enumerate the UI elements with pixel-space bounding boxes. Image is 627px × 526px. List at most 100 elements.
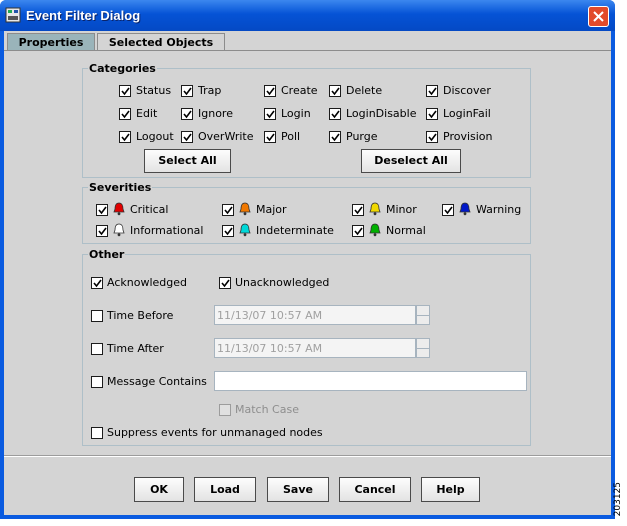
checkmark-icon	[331, 87, 340, 96]
checkmark-icon	[444, 206, 453, 215]
checkmark-icon	[183, 87, 192, 96]
category-overwrite-checkbox[interactable]	[181, 131, 193, 143]
checkmark-icon	[183, 110, 192, 119]
checkmark-icon	[121, 110, 130, 119]
bell-icon	[238, 202, 252, 216]
window-title: Event Filter Dialog	[26, 8, 141, 23]
acknowledged-checkbox[interactable]	[91, 277, 103, 289]
save-button[interactable]: Save	[267, 477, 329, 502]
checkmark-icon	[428, 133, 437, 142]
match-case-label: Match Case	[235, 403, 299, 416]
time-before-label: Time Before	[107, 309, 174, 322]
checkmark-icon	[121, 133, 130, 142]
load-button[interactable]: Load	[194, 477, 256, 502]
severity-warning-checkbox[interactable]	[442, 204, 454, 216]
message-contains-label: Message Contains	[107, 375, 207, 388]
category-logindisable-label: LoginDisable	[346, 107, 417, 120]
category-edit-checkbox[interactable]	[119, 108, 131, 120]
checkmark-icon	[221, 279, 230, 288]
severity-major-checkbox[interactable]	[222, 204, 234, 216]
category-poll-checkbox[interactable]	[264, 131, 276, 143]
category-loginfail-checkbox[interactable]	[426, 108, 438, 120]
close-button[interactable]	[588, 6, 609, 27]
checkmark-icon	[428, 110, 437, 119]
severity-minor-checkbox[interactable]	[352, 204, 364, 216]
suppress-label: Suppress events for unmanaged nodes	[107, 426, 323, 439]
category-status-label: Status	[136, 84, 172, 97]
spinner-up[interactable]	[417, 306, 429, 316]
category-overwrite-label: OverWrite	[198, 130, 254, 143]
severity-normal-label: Normal	[386, 224, 426, 237]
severity-normal-checkbox[interactable]	[352, 225, 364, 237]
select-all-button[interactable]: Select All	[144, 149, 231, 173]
severity-informational-checkbox[interactable]	[96, 225, 108, 237]
time-before-spinner[interactable]	[416, 305, 430, 325]
suppress-checkbox[interactable]	[91, 427, 103, 439]
severity-major-label: Major	[256, 203, 287, 216]
message-contains-checkbox[interactable]	[91, 376, 103, 388]
title-bar[interactable]: Event Filter Dialog	[0, 0, 615, 31]
message-contains-input[interactable]	[214, 371, 527, 391]
time-after-field[interactable]: 11/13/07 10:57 AM	[214, 338, 416, 358]
category-logout-checkbox[interactable]	[119, 131, 131, 143]
checkmark-icon	[266, 110, 275, 119]
category-provision-checkbox[interactable]	[426, 131, 438, 143]
ok-label: OK	[150, 483, 168, 496]
category-ignore-checkbox[interactable]	[181, 108, 193, 120]
deselect-all-button[interactable]: Deselect All	[361, 149, 461, 173]
other-title: Other	[88, 248, 126, 261]
time-before-checkbox[interactable]	[91, 310, 103, 322]
category-trap-label: Trap	[198, 84, 222, 97]
bell-icon	[458, 202, 472, 216]
category-delete-checkbox[interactable]	[329, 85, 341, 97]
severity-minor-label: Minor	[386, 203, 417, 216]
time-before-field[interactable]: 11/13/07 10:57 AM	[214, 305, 416, 325]
category-status-checkbox[interactable]	[119, 85, 131, 97]
checkmark-icon	[121, 87, 130, 96]
help-button[interactable]: Help	[421, 477, 480, 502]
tab-label: Properties	[18, 36, 84, 49]
category-discover-checkbox[interactable]	[426, 85, 438, 97]
checkmark-icon	[331, 110, 340, 119]
tab-selected-objects[interactable]: Selected Objects	[97, 33, 225, 51]
checkmark-icon	[98, 206, 107, 215]
severity-informational-label: Informational	[130, 224, 204, 237]
tab-properties[interactable]: Properties	[7, 33, 95, 51]
unacknowledged-label: Unacknowledged	[235, 276, 330, 289]
category-ignore-label: Ignore	[198, 107, 233, 120]
deselect-all-label: Deselect All	[374, 154, 448, 167]
unacknowledged-checkbox[interactable]	[219, 277, 231, 289]
help-label: Help	[436, 483, 465, 496]
severity-indeterminate-checkbox[interactable]	[222, 225, 234, 237]
severity-critical-checkbox[interactable]	[96, 204, 108, 216]
cancel-button[interactable]: Cancel	[339, 477, 411, 502]
cancel-label: Cancel	[354, 483, 396, 496]
category-login-checkbox[interactable]	[264, 108, 276, 120]
time-after-spinner[interactable]	[416, 338, 430, 358]
severities-title: Severities	[88, 181, 153, 194]
category-purge-checkbox[interactable]	[329, 131, 341, 143]
bell-icon	[238, 223, 252, 237]
category-loginfail-label: LoginFail	[443, 107, 491, 120]
severity-critical-label: Critical	[130, 203, 169, 216]
checkmark-icon	[98, 227, 107, 236]
time-after-label: Time After	[107, 342, 164, 355]
category-purge-label: Purge	[346, 130, 378, 143]
severity-indeterminate-label: Indeterminate	[256, 224, 334, 237]
checkmark-icon	[331, 133, 340, 142]
spinner-up[interactable]	[417, 339, 429, 349]
checkmark-icon	[183, 133, 192, 142]
category-create-checkbox[interactable]	[264, 85, 276, 97]
category-trap-checkbox[interactable]	[181, 85, 193, 97]
category-logindisable-checkbox[interactable]	[329, 108, 341, 120]
bell-icon	[112, 202, 126, 216]
save-label: Save	[283, 483, 313, 496]
checkmark-icon	[224, 227, 233, 236]
time-after-checkbox[interactable]	[91, 343, 103, 355]
ok-button[interactable]: OK	[134, 477, 184, 502]
match-case-checkbox[interactable]	[219, 404, 231, 416]
checkmark-icon	[428, 87, 437, 96]
close-icon	[593, 11, 604, 22]
checkmark-icon	[354, 227, 363, 236]
load-label: Load	[210, 483, 240, 496]
